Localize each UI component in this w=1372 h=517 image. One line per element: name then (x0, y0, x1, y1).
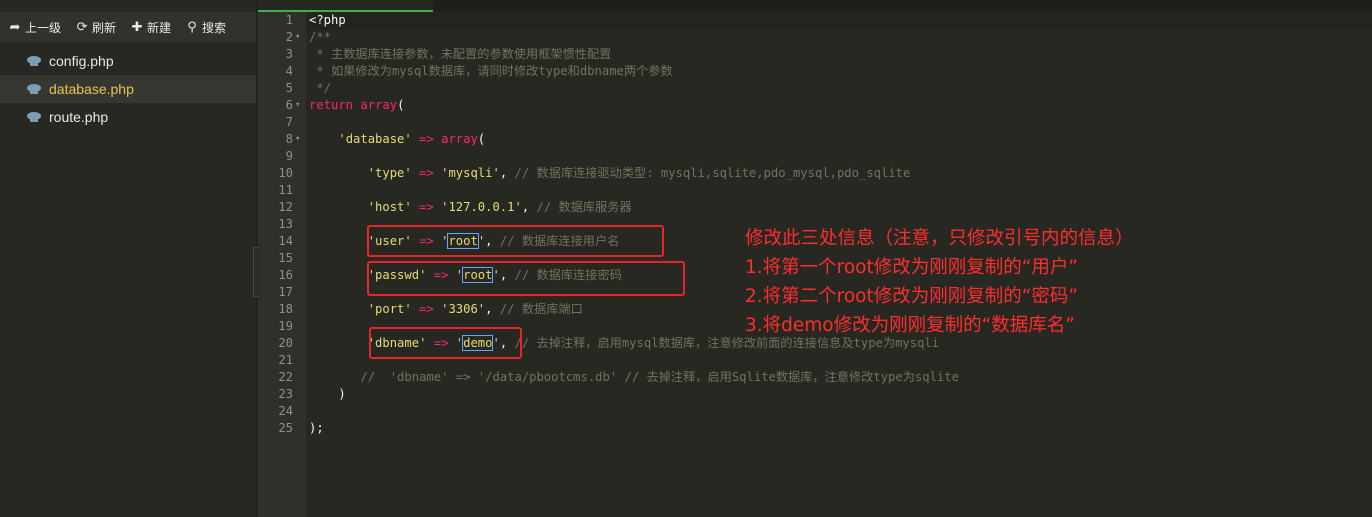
php-file-icon (27, 56, 41, 66)
file-item-config[interactable]: config.php (0, 47, 256, 75)
new-label: 新建 (147, 20, 172, 35)
refresh-label: 刷新 (92, 20, 117, 35)
annotation-step-3: 3.将demo修改为刚刚复制的“数据库名” (745, 315, 1075, 336)
file-sidebar: ➦ 上一级 ⟳ 刷新 ✚ 新建 ⚲ 搜索 config.php database… (0, 0, 257, 517)
file-name: config.php (49, 53, 114, 69)
code-line: 9 (285, 149, 293, 163)
file-item-database[interactable]: database.php (0, 75, 256, 103)
code-line: 4 * 如果修改为mysql数据库，请同时修改type和dbname两个参数 (285, 64, 673, 78)
tab-database-php[interactable] (258, 0, 433, 12)
user-value-highlight: root (447, 233, 479, 249)
code-line: 5 */ (285, 81, 332, 95)
code-line: 3 * 主数据库连接参数，未配置的参数使用框架惯性配置 (285, 47, 612, 61)
file-list: config.php database.php route.php (0, 47, 256, 131)
php-file-icon (27, 112, 41, 122)
file-item-route[interactable]: route.php (0, 103, 256, 131)
code-line: 10 'type' => 'mysqli', // 数据库连接驱动类型: mys… (278, 166, 911, 180)
search-label: 搜索 (202, 20, 227, 35)
search-icon: ⚲ (187, 19, 197, 35)
php-file-icon (27, 84, 41, 94)
up-level-button[interactable]: ➦ 上一级 (8, 19, 61, 36)
plus-icon: ✚ (131, 19, 143, 35)
file-name: database.php (49, 81, 134, 97)
code-line: 23 ) (278, 387, 346, 401)
sidebar-toolbar: ➦ 上一级 ⟳ 刷新 ✚ 新建 ⚲ 搜索 (0, 12, 256, 42)
arrow-up-icon: ➦ (9, 19, 21, 35)
editor-tab-bar (258, 0, 1372, 12)
refresh-icon: ⟳ (76, 19, 88, 35)
refresh-button[interactable]: ⟳ 刷新 (75, 19, 116, 36)
code-line: 6 ▾ return array( (285, 97, 405, 114)
passwd-value-highlight: root (462, 267, 494, 283)
search-button[interactable]: ⚲ 搜索 (185, 19, 226, 36)
code-line: 2 ▾/** (285, 29, 332, 46)
file-name: route.php (49, 109, 109, 125)
code-line: 7 (285, 115, 293, 129)
annotation-step-1: 1.将第一个root修改为刚刚复制的“用户” (745, 257, 1078, 278)
fold-arrow-icon[interactable]: ▾ (295, 131, 305, 148)
code-line: 11 (278, 183, 293, 197)
code-line: 8 ▾ 'database' => array( (285, 131, 486, 148)
code-line: 22 // 'dbname' => '/data/pbootcms.db' //… (278, 370, 959, 384)
code-line: 12 'host' => '127.0.0.1', // 数据库服务器 (278, 200, 632, 214)
fold-arrow-icon[interactable]: ▾ (295, 29, 305, 46)
dbname-value-highlight: demo (462, 335, 494, 351)
new-button[interactable]: ✚ 新建 (130, 19, 171, 36)
fold-arrow-icon[interactable]: ▾ (295, 97, 305, 114)
code-line: 20 'dbname' => 'demo', // 去掉注释，启用mysql数据… (278, 335, 940, 351)
code-line: 24 (278, 404, 293, 418)
annotation-step-2: 2.将第二个root修改为刚刚复制的“密码” (745, 286, 1078, 307)
code-line: 1 <?php (285, 13, 346, 27)
up-level-label: 上一级 (25, 20, 62, 35)
code-line: 25); (278, 421, 324, 435)
code-line: 21 (278, 353, 293, 367)
annotation-heading: 修改此三处信息（注意，只修改引号内的信息） (745, 228, 1134, 249)
